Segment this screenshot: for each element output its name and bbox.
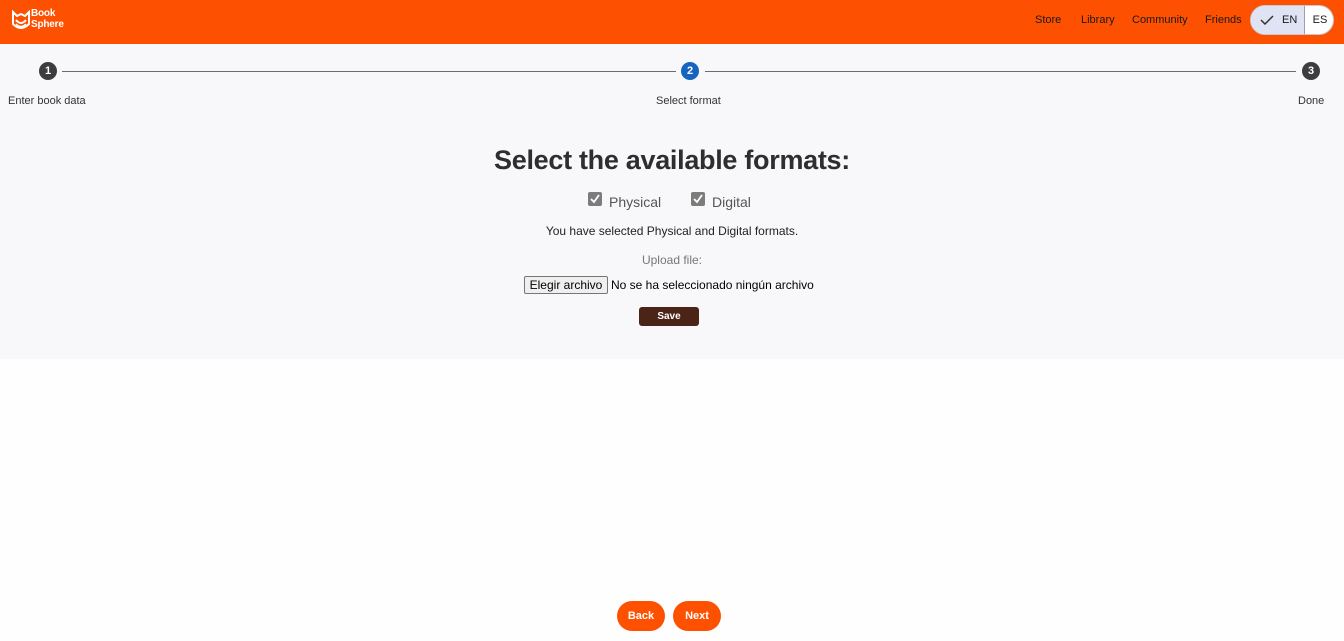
nav-library-link[interactable]: Library: [1081, 13, 1115, 27]
stepper-connector: [62, 71, 676, 72]
next-button[interactable]: Next: [673, 601, 721, 631]
step-1-label: Enter book data: [8, 95, 86, 107]
format-option-physical: Physical: [588, 192, 668, 210]
digital-checkbox[interactable]: [691, 192, 705, 206]
physical-checkbox[interactable]: [588, 192, 602, 206]
step-1-indicator: 1: [39, 62, 57, 80]
language-en-label: EN: [1282, 14, 1298, 26]
physical-label: Physical: [609, 194, 662, 210]
nav-store-link[interactable]: Store: [1035, 13, 1061, 27]
stepper-connector: [705, 71, 1296, 72]
logo-text: Book Sphere: [31, 8, 64, 30]
language-option-es[interactable]: ES: [1305, 6, 1333, 34]
save-button[interactable]: Save: [639, 307, 699, 326]
choose-file-button[interactable]: Elegir archivo: [524, 276, 608, 294]
page-title: Select the available formats:: [494, 145, 850, 175]
language-option-en[interactable]: EN: [1251, 6, 1305, 34]
language-toggle: EN ES: [1250, 5, 1334, 35]
upload-file-label: Upload file:: [641, 253, 703, 267]
back-button[interactable]: Back: [617, 601, 665, 631]
book-sphere-logo[interactable]: Book Sphere: [11, 8, 71, 35]
selected-formats-message: You have selected Physical and Digital f…: [545, 224, 799, 238]
step-2-label: Select format: [656, 95, 721, 107]
checkmark-icon: [1260, 15, 1274, 25]
logo-text-line1: Book: [31, 8, 56, 19]
format-option-digital: Digital: [691, 192, 761, 210]
nav-community-link[interactable]: Community: [1132, 13, 1188, 27]
step-3-indicator: 3: [1302, 62, 1320, 80]
nav-friends-link[interactable]: Friends: [1205, 13, 1242, 27]
checkmark-icon: [693, 194, 703, 204]
top-navigation-bar: Book Sphere Store Library Community Frie…: [0, 0, 1344, 44]
logo-text-line2: Sphere: [31, 18, 64, 30]
step-2-indicator: 2: [681, 62, 699, 80]
digital-label: Digital: [712, 194, 751, 210]
file-status-text: No se ha seleccionado ningún archivo: [611, 278, 814, 292]
step-3-label: Done: [1298, 95, 1325, 107]
checkmark-icon: [590, 194, 600, 204]
owl-logo-icon: [12, 10, 30, 29]
language-es-label: ES: [1312, 14, 1328, 26]
